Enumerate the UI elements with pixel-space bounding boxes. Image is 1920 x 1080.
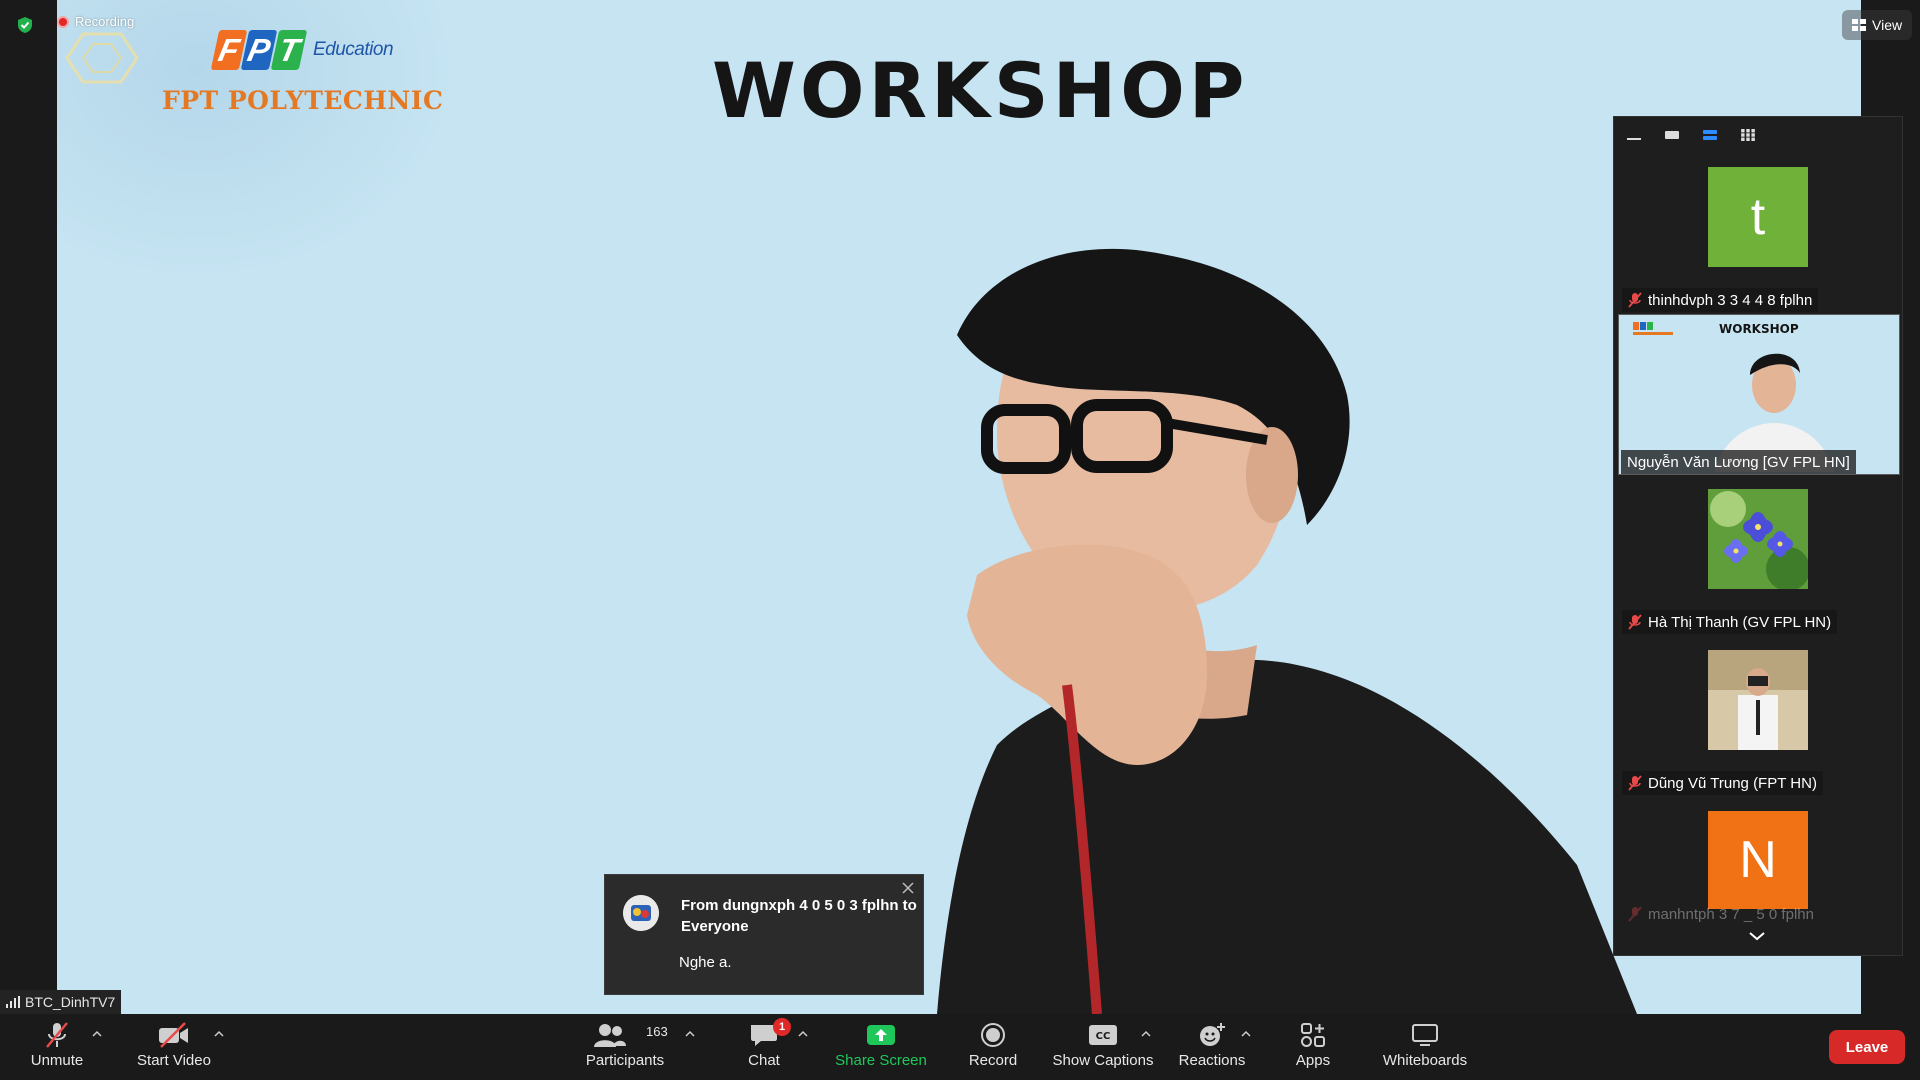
chevron-up-icon[interactable] <box>685 1030 695 1038</box>
participant-name-tag: Nguyễn Văn Lương [GV FPL HN] <box>1621 450 1856 474</box>
participants-label: Participants <box>585 1052 665 1069</box>
signal-strength-icon <box>6 996 20 1008</box>
fpt-letter-t: T <box>270 30 308 70</box>
participant-name-tag: manhntph 3 7 _ 5 0 fplhn <box>1622 902 1820 922</box>
recording-indicator[interactable]: Recording <box>57 14 134 29</box>
participant-tile[interactable]: t thinhdvph 3 3 4 4 8 fplhn <box>1618 153 1900 314</box>
reactions-button[interactable]: Reactions <box>1178 1014 1246 1080</box>
gallery-grid-icon[interactable] <box>1740 129 1756 141</box>
whiteboards-button[interactable]: Whiteboards <box>1380 1014 1470 1080</box>
close-icon[interactable] <box>901 881 915 895</box>
view-label: View <box>1872 17 1903 33</box>
brand-education-text: Education <box>313 39 394 60</box>
recording-label: Recording <box>75 14 135 29</box>
chat-button[interactable]: 1 Chat <box>742 1014 791 1080</box>
participant-tile-active-speaker[interactable]: WORKSHOP Nguyễn Văn Lương [GV FPL HN] <box>1618 314 1900 475</box>
leave-button[interactable]: Leave <box>1829 1030 1905 1064</box>
chevron-up-icon[interactable] <box>1141 1030 1151 1038</box>
mic-muted-icon <box>1628 614 1642 630</box>
mic-muted-icon <box>1628 775 1642 791</box>
fpt-letters: F P T <box>210 30 308 70</box>
whiteboards-label: Whiteboards <box>1382 1052 1468 1069</box>
participant-name-tag: Hà Thị Thanh (GV FPL HN) <box>1622 610 1838 634</box>
participant-name: thinhdvph 3 3 4 4 8 fplhn <box>1648 291 1813 309</box>
share-screen-icon <box>867 1025 895 1045</box>
main-video-stage[interactable]: F P T Education FPT POLYTECHNIC WORKSHOP <box>57 0 1861 1014</box>
video-off-icon <box>159 1022 188 1048</box>
self-name: BTC_DinhTV7 <box>25 994 116 1010</box>
apps-icon <box>1301 1023 1325 1047</box>
participant-tile[interactable]: Dũng Vũ Trung (FPT HN) <box>1618 636 1900 797</box>
participant-video-panel: t thinhdvph 3 3 4 4 8 fplhn WORKSHOP Ngu… <box>1613 116 1903 956</box>
apps-label: Apps <box>1295 1052 1331 1069</box>
chevron-up-icon[interactable] <box>1241 1030 1251 1038</box>
avatar <box>1708 489 1808 589</box>
chat-unread-badge: 1 <box>773 1018 791 1036</box>
closed-captions-icon: CC <box>1089 1025 1117 1045</box>
participant-tile[interactable]: Hà Thị Thanh (GV FPL HN) <box>1618 475 1900 636</box>
panel-layout-controls <box>1614 117 1902 153</box>
record-label: Record <box>968 1052 1018 1069</box>
recording-dot-icon <box>57 15 69 28</box>
security-shield-icon[interactable] <box>16 16 34 34</box>
participants-button[interactable]: 163 Participants <box>584 1014 668 1080</box>
show-captions-button[interactable]: CC Show Captions <box>1052 1014 1154 1080</box>
avatar <box>1708 650 1808 750</box>
chat-message: Nghe a. <box>679 954 732 971</box>
apps-button[interactable]: Apps <box>1292 1014 1334 1080</box>
grid-view-icon <box>1852 19 1866 31</box>
chevron-up-icon[interactable] <box>214 1030 224 1038</box>
avatar: N <box>1708 811 1808 909</box>
minimize-icon[interactable] <box>1626 129 1642 141</box>
participant-name-tag: thinhdvph 3 3 4 4 8 fplhn <box>1622 288 1819 312</box>
zoom-meeting-window: F P T Education FPT POLYTECHNIC WORKSHOP <box>0 0 1920 1080</box>
record-icon <box>981 1023 1005 1047</box>
emoji-reaction-icon <box>1200 1023 1225 1046</box>
brand-poly-text: FPT POLYTECHNIC <box>162 86 444 115</box>
avatar: t <box>1708 167 1808 267</box>
speaker-view-icon[interactable] <box>1664 129 1680 141</box>
chat-label: Chat <box>748 1052 780 1069</box>
fpt-education-logo: F P T Education <box>210 24 394 76</box>
show-captions-label: Show Captions <box>1052 1052 1154 1069</box>
reactions-label: Reactions <box>1178 1052 1246 1069</box>
svg-text:CC: CC <box>1096 1031 1111 1042</box>
share-screen-button[interactable]: Share Screen <box>834 1014 928 1080</box>
chevron-down-icon[interactable] <box>1747 929 1767 943</box>
participant-name: Nguyễn Văn Lương [GV FPL HN] <box>1627 453 1850 471</box>
participants-icon <box>594 1024 626 1047</box>
sender-avatar <box>623 895 659 931</box>
hexagon-logo-icon <box>65 32 139 84</box>
participant-name: manhntph 3 7 _ 5 0 fplhn <box>1648 905 1814 923</box>
participant-name-tag: Dũng Vũ Trung (FPT HN) <box>1622 771 1823 795</box>
record-button[interactable]: Record <box>966 1014 1020 1080</box>
mic-muted-icon <box>1628 292 1642 308</box>
participant-tile[interactable]: N manhntph 3 7 _ 5 0 fplhn <box>1618 797 1900 922</box>
chat-notification-toast[interactable]: From dungnxph 4 0 5 0 3 fplhn to Everyon… <box>604 874 924 995</box>
chevron-up-icon[interactable] <box>798 1030 808 1038</box>
participant-name: Dũng Vũ Trung (FPT HN) <box>1648 774 1817 792</box>
mini-slide-title: WORKSHOP <box>1719 322 1799 336</box>
view-button[interactable]: View <box>1842 10 1913 40</box>
chat-sender-line: From dungnxph 4 0 5 0 3 fplhn to Everyon… <box>681 897 917 935</box>
whiteboard-icon <box>1412 1024 1438 1046</box>
share-screen-label: Share Screen <box>835 1052 927 1069</box>
start-video-label: Start Video <box>137 1052 211 1069</box>
start-video-button[interactable]: Start Video <box>134 1014 214 1080</box>
participant-name: Hà Thị Thanh (GV FPL HN) <box>1648 613 1832 631</box>
self-name-tag: BTC_DinhTV7 <box>0 990 122 1014</box>
strip-view-icon[interactable] <box>1702 129 1718 141</box>
slide-title: WORKSHOP <box>712 46 1249 135</box>
participants-count: 163 <box>646 1024 668 1039</box>
mini-fpt-logo <box>1633 322 1673 335</box>
chevron-up-icon[interactable] <box>92 1030 102 1038</box>
presenter-video <box>937 248 1637 1014</box>
meeting-toolbar: Unmute Start Video 163 Participants 1 Ch… <box>0 1014 1920 1080</box>
mic-muted-icon <box>1628 906 1642 922</box>
unmute-label: Unmute <box>30 1052 84 1069</box>
unmute-button[interactable]: Unmute <box>28 1014 86 1080</box>
mic-muted-icon <box>46 1022 68 1048</box>
